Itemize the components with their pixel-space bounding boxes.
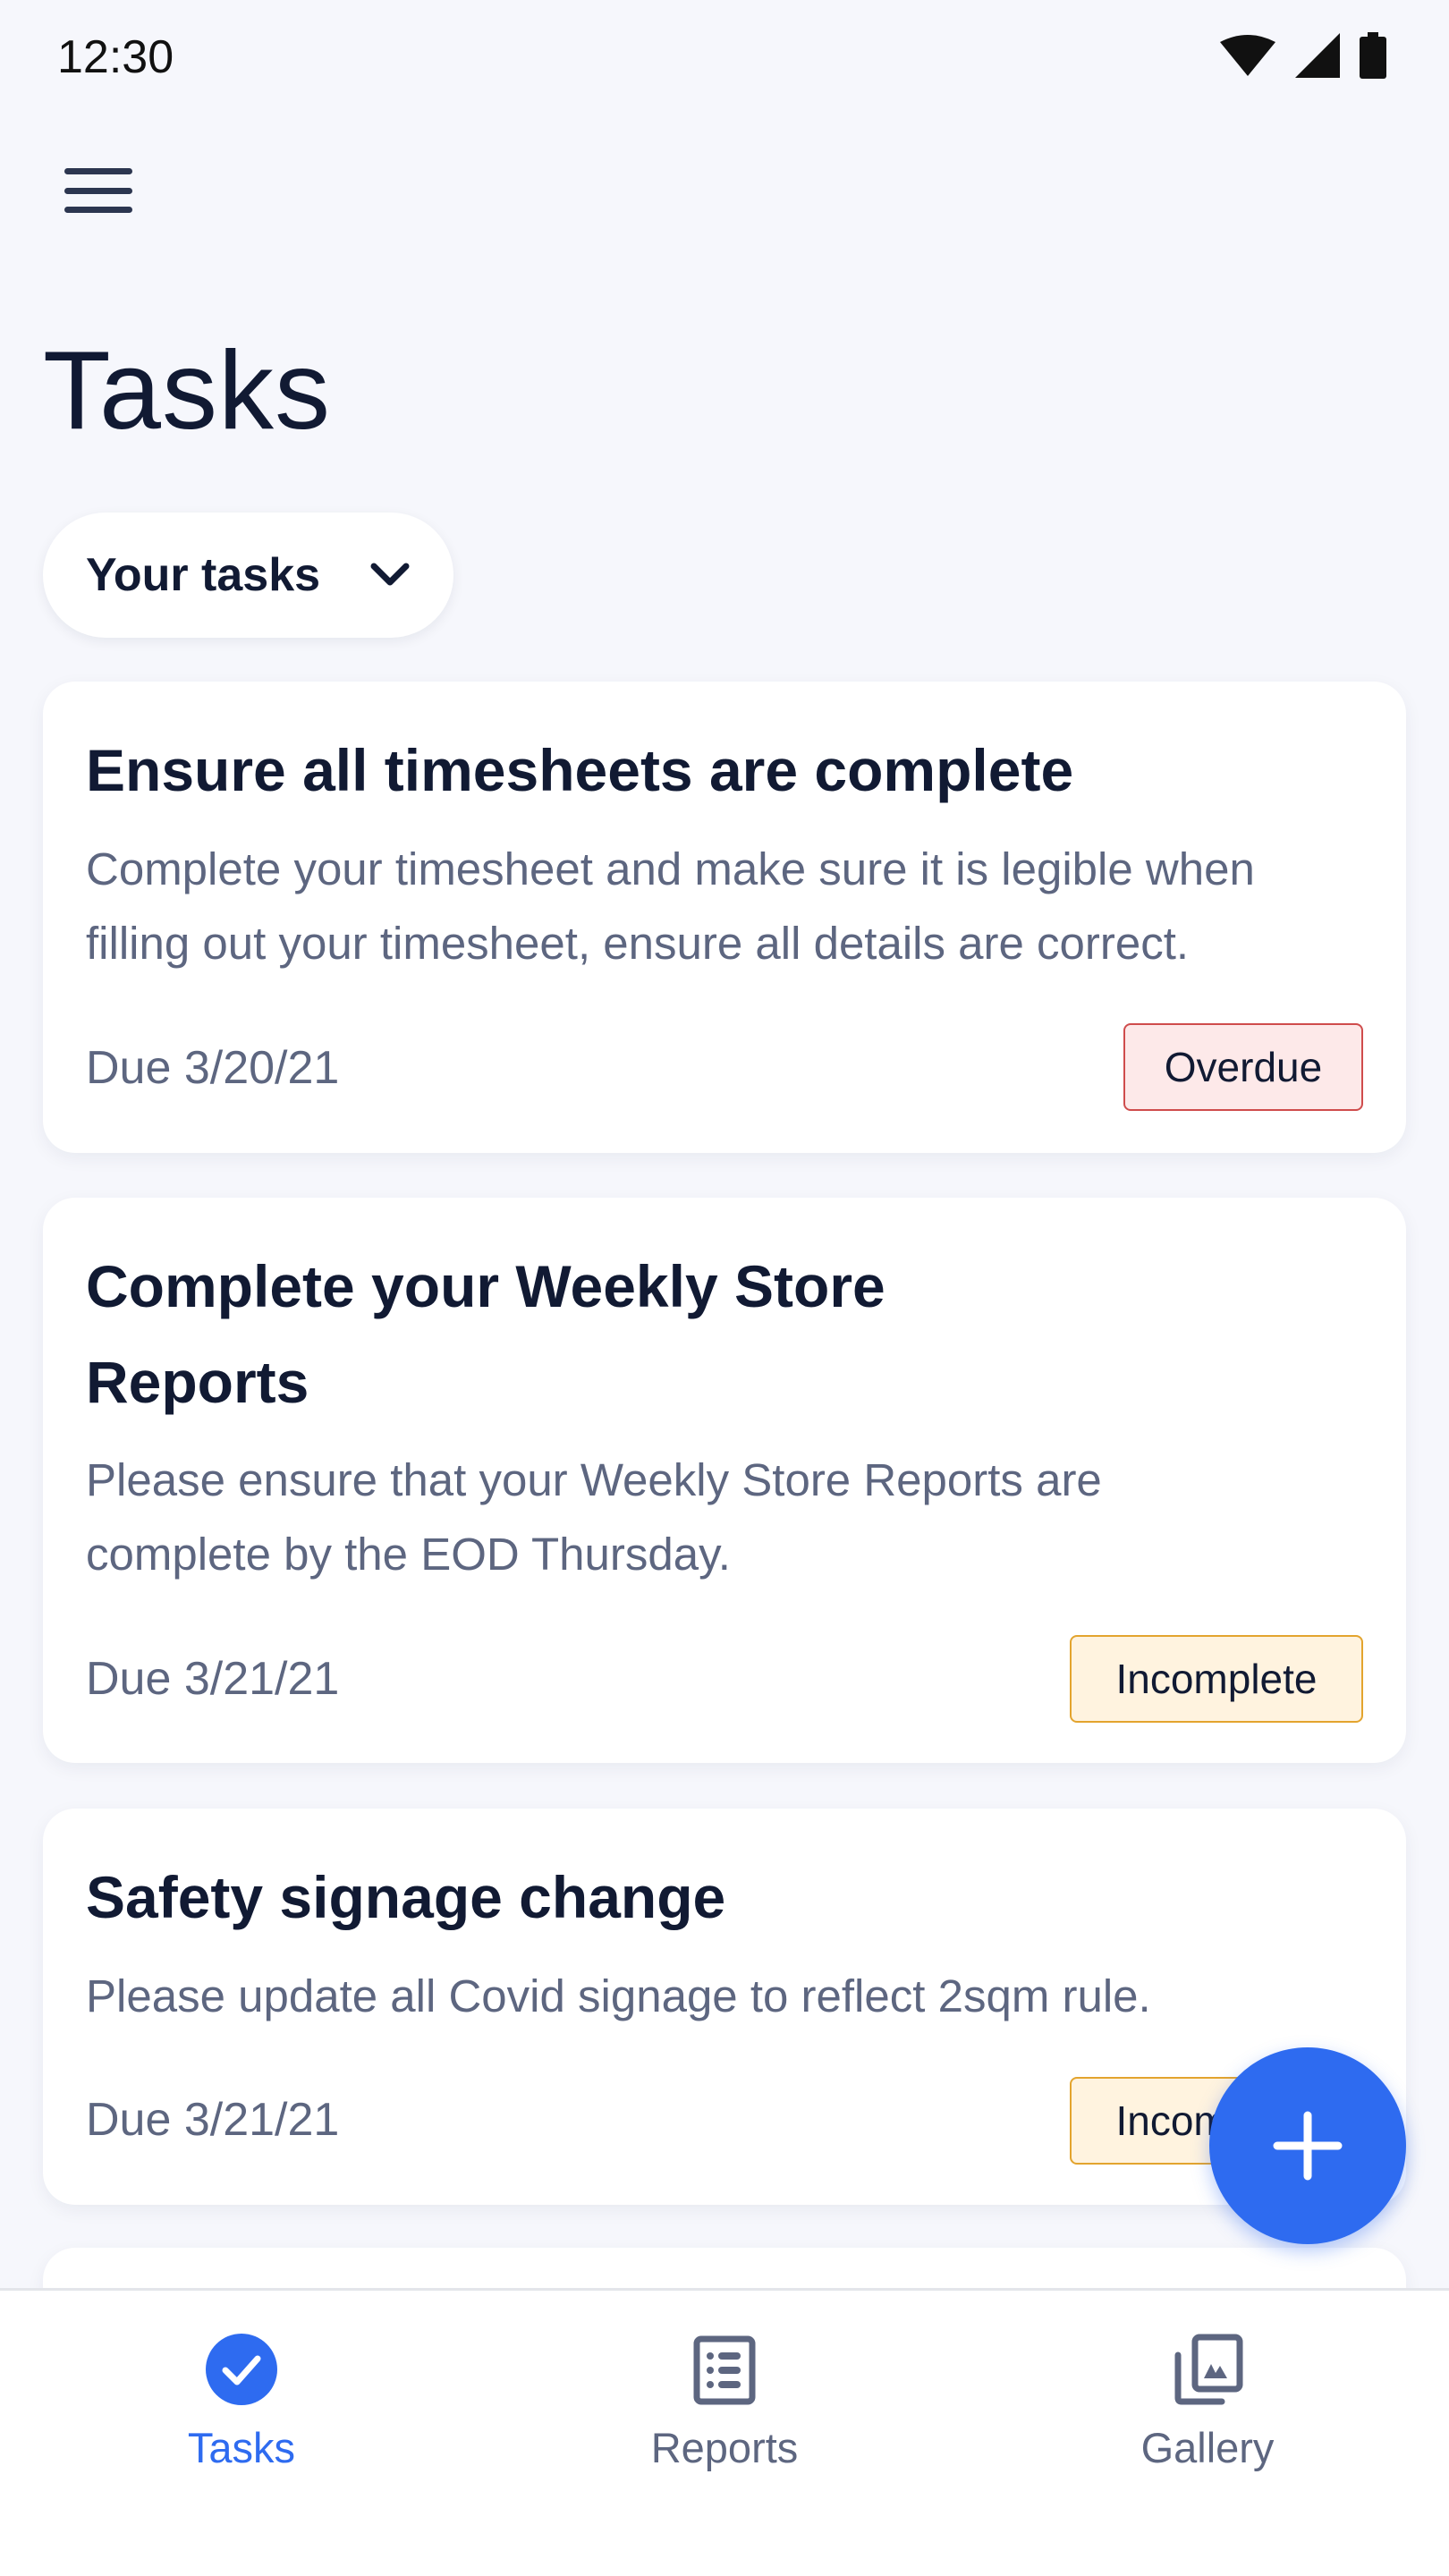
task-card[interactable]: Safety signage change Please update all … <box>43 1809 1406 2205</box>
task-filter-dropdown[interactable]: Your tasks <box>43 513 453 638</box>
nav-item-tasks[interactable]: Tasks <box>107 2334 376 2472</box>
bottom-navigation: Tasks Reports Gallery <box>0 2288 1449 2576</box>
check-circle-icon <box>206 2334 277 2405</box>
chevron-down-icon <box>370 563 410 586</box>
status-badge: Overdue <box>1123 1023 1363 1111</box>
status-time: 12:30 <box>57 31 174 83</box>
task-card[interactable]: Ensure all timesheets are complete Compl… <box>43 682 1406 1153</box>
nav-label: Gallery <box>1140 2424 1275 2471</box>
task-title: Complete your Weekly Store Reports <box>86 1253 886 1415</box>
filter-label: Your tasks <box>86 549 321 601</box>
status-badge: Incomplete <box>1070 1635 1363 1723</box>
battery-icon <box>1360 32 1386 79</box>
task-card[interactable]: Complete your Weekly Store Reports Pleas… <box>43 1198 1406 1763</box>
task-description: Complete your timesheet and make sure it… <box>86 843 1255 969</box>
nav-label: Tasks <box>187 2424 296 2471</box>
nav-item-gallery[interactable]: Gallery <box>1073 2334 1342 2472</box>
task-title: Ensure all timesheets are complete <box>86 737 1074 803</box>
nav-label: Reports <box>650 2424 799 2471</box>
signal-icon <box>1295 33 1340 78</box>
plus-icon <box>1273 2111 1343 2181</box>
task-description: Please update all Covid signage to refle… <box>86 1970 1151 2021</box>
nav-item-reports[interactable]: Reports <box>590 2334 859 2472</box>
task-description: Please ensure that your Weekly Store Rep… <box>86 1454 1102 1580</box>
task-due-date: Due 3/21/21 <box>86 2094 340 2146</box>
gallery-icon <box>1174 2334 1243 2405</box>
wifi-icon <box>1220 35 1275 76</box>
task-due-date: Due 3/21/21 <box>86 1653 340 1705</box>
page-title: Tasks <box>43 329 331 453</box>
task-title: Safety signage change <box>86 1864 726 1930</box>
status-icons <box>1220 32 1386 79</box>
hamburger-menu-icon[interactable] <box>64 168 132 213</box>
add-task-button[interactable] <box>1209 2047 1406 2244</box>
task-due-date: Due 3/20/21 <box>86 1042 340 1094</box>
list-icon <box>693 2335 756 2405</box>
